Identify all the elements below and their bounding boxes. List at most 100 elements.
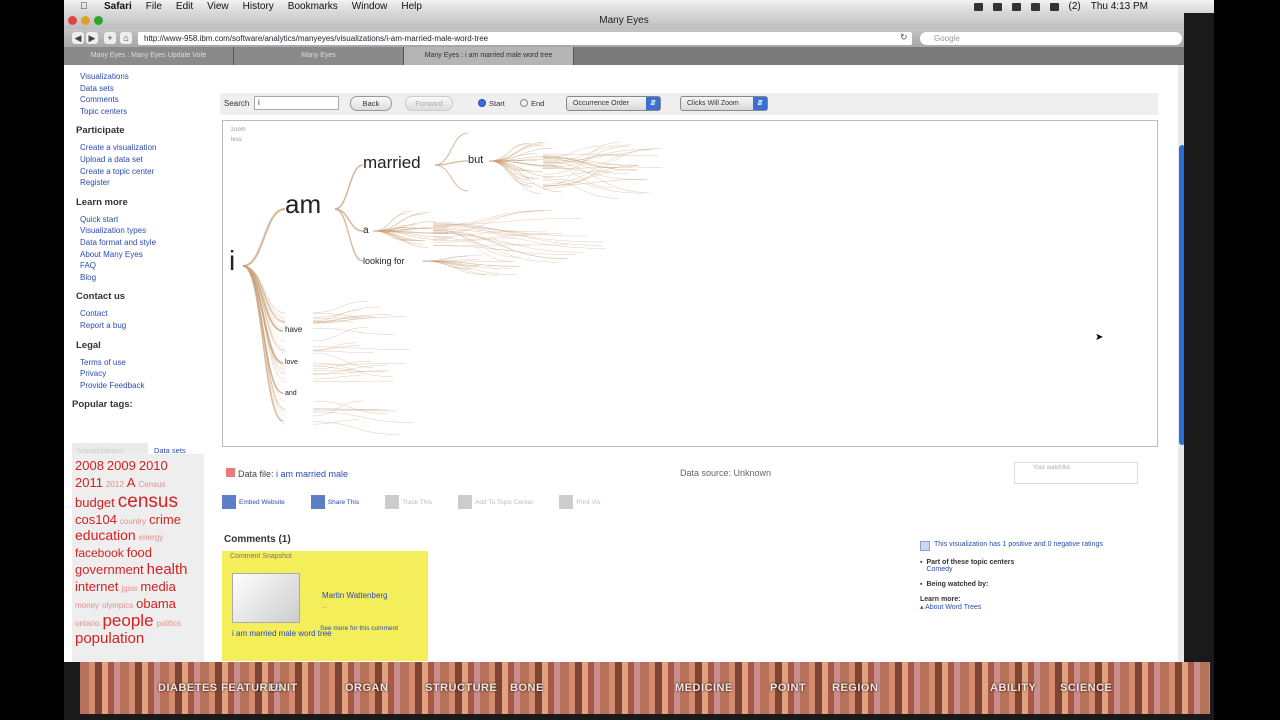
word-a[interactable]: a xyxy=(363,225,369,236)
back-button[interactable]: Back xyxy=(350,96,392,111)
add-topic-button[interactable]: Add To Topic Center xyxy=(458,495,533,509)
tag-link[interactable]: obama xyxy=(136,596,176,611)
tab-update-vote[interactable]: Many Eyes : Many Eyes Update Vote xyxy=(64,47,234,65)
tag-link[interactable]: Census xyxy=(138,480,165,489)
menu-window[interactable]: Window xyxy=(352,1,388,12)
tag-link[interactable]: ontario xyxy=(75,619,99,628)
print-button[interactable]: Print Vis xyxy=(559,495,600,509)
tag-link[interactable]: 2011 xyxy=(75,476,103,490)
tag-link[interactable]: 2010 xyxy=(139,459,168,473)
tag-link[interactable]: education xyxy=(75,528,136,543)
sidebar-link-visualizations[interactable]: Visualizations xyxy=(72,71,202,83)
menu-history[interactable]: History xyxy=(243,1,274,12)
scrollbar-thumb[interactable] xyxy=(1179,145,1184,445)
tag-link[interactable]: population xyxy=(75,631,144,647)
tag-link[interactable]: people xyxy=(102,612,153,630)
home-icon[interactable]: ⌂ xyxy=(120,32,132,44)
comment-caption[interactable]: i am married male word tree xyxy=(232,629,332,639)
menu-help[interactable]: Help xyxy=(401,1,422,12)
word-love[interactable]: love xyxy=(285,359,298,366)
forward-button[interactable]: Forward xyxy=(405,96,453,111)
sidebar-link[interactable]: Create a visualization xyxy=(72,142,202,154)
search-input[interactable]: i xyxy=(254,96,339,110)
tag-link[interactable]: government xyxy=(75,563,144,577)
sidebar-link[interactable]: Terms of use xyxy=(72,357,202,369)
battery-status[interactable]: (2) xyxy=(1069,1,1081,12)
tag-link[interactable]: 2012 xyxy=(106,480,124,489)
sidebar-link[interactable]: Report a bug xyxy=(72,320,202,332)
sidebar-link[interactable]: Upload a data set xyxy=(72,154,202,166)
tag-link[interactable]: 2009 xyxy=(107,459,136,473)
word-and[interactable]: and xyxy=(285,390,297,397)
sidebar-link[interactable]: Register xyxy=(72,177,202,189)
root-word[interactable]: i xyxy=(229,245,235,277)
status-icon[interactable] xyxy=(973,2,983,11)
sidebar-link[interactable]: Data format and style xyxy=(72,237,202,249)
track-button[interactable]: Track This xyxy=(385,495,432,509)
sidebar-link[interactable]: FAQ xyxy=(72,260,202,272)
sidebar-link[interactable]: Visualization types xyxy=(72,225,202,237)
volume-icon[interactable] xyxy=(1049,2,1059,11)
zoom-select[interactable]: Clicks Will Zoom ⇵ xyxy=(680,96,768,111)
tab-many-eyes[interactable]: Many Eyes xyxy=(234,47,404,65)
sidebar-link[interactable]: Create a topic center xyxy=(72,166,202,178)
order-select[interactable]: Occurrence Order ⇵ xyxy=(566,96,661,111)
tag-link[interactable]: facebook xyxy=(75,547,124,560)
word-am[interactable]: am xyxy=(285,189,321,220)
tag-link[interactable]: politics xyxy=(157,619,181,628)
clock[interactable]: Thu 4:13 PM xyxy=(1091,1,1148,12)
radio-end[interactable]: End xyxy=(520,99,544,108)
menu-edit[interactable]: Edit xyxy=(176,1,193,12)
forward-arrow-icon[interactable]: ▶ xyxy=(86,32,98,44)
sidebar-link-comments[interactable]: Comments xyxy=(72,94,202,106)
sidebar-link-topic-centers[interactable]: Topic centers xyxy=(72,106,202,118)
sidebar-link[interactable]: Blog xyxy=(72,272,202,284)
close-window-icon[interactable] xyxy=(68,16,77,25)
tab-word-tree[interactable]: Many Eyes : i am married male word tree xyxy=(404,47,574,65)
reload-icon[interactable]: ↻ xyxy=(900,32,908,43)
word-have[interactable]: have xyxy=(285,325,302,334)
menu-file[interactable]: File xyxy=(146,1,162,12)
comment-thumbnail[interactable] xyxy=(232,573,300,623)
share-button[interactable]: Share This xyxy=(310,495,359,509)
rating-text[interactable]: This visualization has 1 positive and 0 … xyxy=(934,541,1103,551)
search-field[interactable]: Google xyxy=(920,32,1182,45)
tag-link[interactable]: crime xyxy=(149,512,181,527)
bluetooth-icon[interactable] xyxy=(1011,2,1021,11)
word-looking-for[interactable]: looking for xyxy=(363,256,405,266)
add-bookmark-icon[interactable]: + xyxy=(104,32,116,44)
tag-link[interactable]: country xyxy=(120,517,146,526)
word-but[interactable]: but xyxy=(468,154,483,166)
sidebar-link-data-sets[interactable]: Data sets xyxy=(72,83,202,95)
tag-link[interactable]: census xyxy=(118,491,178,512)
sidebar-link[interactable]: Privacy xyxy=(72,368,202,380)
sidebar-link[interactable]: About Many Eyes xyxy=(72,249,202,261)
tag-link[interactable]: 2008 xyxy=(75,459,104,473)
camera-icon[interactable] xyxy=(992,2,1002,11)
sidebar-link[interactable]: Quick start xyxy=(72,214,202,226)
tag-link[interactable]: cos104 xyxy=(75,512,117,527)
menu-view[interactable]: View xyxy=(207,1,229,12)
back-arrow-icon[interactable]: ◀ xyxy=(72,32,84,44)
wifi-icon[interactable] xyxy=(1030,2,1040,11)
zoom-window-icon[interactable] xyxy=(94,16,103,25)
sidebar-link[interactable]: Contact xyxy=(72,308,202,320)
tag-link[interactable]: money xyxy=(75,601,99,610)
radio-start[interactable]: Start xyxy=(478,99,505,108)
menu-bookmarks[interactable]: Bookmarks xyxy=(288,1,338,12)
word-married[interactable]: married xyxy=(363,153,421,173)
apple-icon[interactable]:  xyxy=(80,1,90,12)
tag-link[interactable]: energy xyxy=(139,533,163,542)
see-comment-link[interactable]: See more for this comment xyxy=(320,625,398,632)
embed-button[interactable]: Embed Website xyxy=(222,495,285,509)
tag-link[interactable]: A xyxy=(127,476,136,490)
minimize-window-icon[interactable] xyxy=(81,16,90,25)
tag-link[interactable]: olympics xyxy=(102,601,133,610)
word-tree-visualization[interactable]: zoom less i am married but a looking for… xyxy=(222,120,1158,447)
tag-link[interactable]: internet xyxy=(75,580,118,594)
watchlist-box[interactable]: Your watchlist xyxy=(1014,462,1138,484)
tag-link[interactable]: media xyxy=(140,580,175,594)
comment-author[interactable]: Martin Wattenberg xyxy=(322,591,388,600)
tag-link[interactable]: jgsw xyxy=(121,584,137,593)
page-scrollbar[interactable] xyxy=(1178,65,1184,662)
